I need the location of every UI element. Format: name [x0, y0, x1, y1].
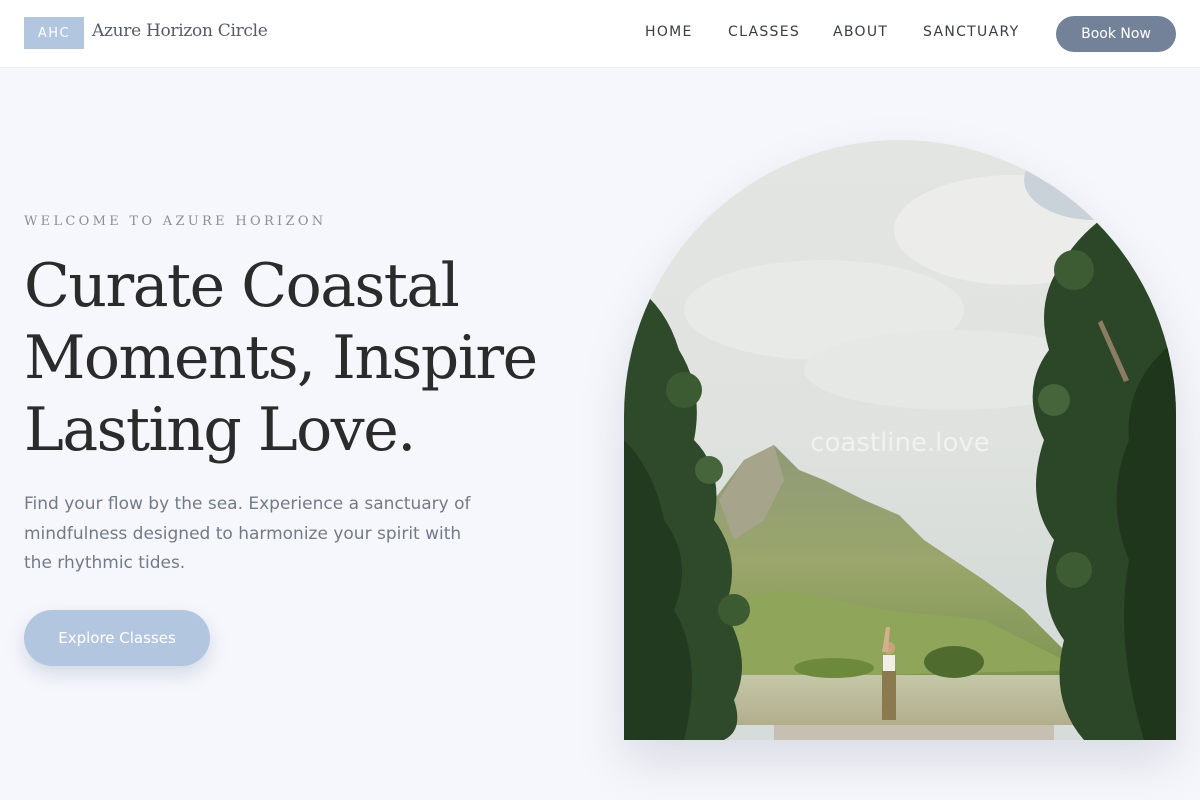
- logo-badge[interactable]: AHC: [24, 17, 84, 49]
- hero-description: Find your flow by the sea. Experience a …: [24, 494, 471, 573]
- hero-eyebrow: WELCOME TO AZURE HORIZON: [24, 214, 327, 229]
- hero-title-line-3: Lasting Love.: [24, 395, 416, 465]
- explore-classes-button[interactable]: Explore Classes: [24, 610, 210, 666]
- nav-home[interactable]: HOME: [645, 24, 693, 40]
- hero-title-line-2: Moments, Inspire: [24, 323, 538, 393]
- site-header: AHC Azure Horizon Circle HOME CLASSES AB…: [0, 0, 1200, 68]
- nav-sanctuary[interactable]: SANCTUARY: [923, 24, 1019, 40]
- hero-arch-image: coastline.love: [624, 140, 1176, 740]
- hero-title-line-1: Curate Coastal: [24, 251, 460, 321]
- hero-title: Curate Coastal Moments, Inspire Lasting …: [24, 250, 564, 466]
- nav-classes[interactable]: CLASSES: [728, 24, 800, 40]
- brand-name[interactable]: Azure Horizon Circle: [92, 21, 268, 41]
- image-watermark: coastline.love: [810, 428, 990, 458]
- book-now-button[interactable]: Book Now: [1056, 16, 1176, 52]
- nav-about[interactable]: ABOUT: [833, 24, 888, 40]
